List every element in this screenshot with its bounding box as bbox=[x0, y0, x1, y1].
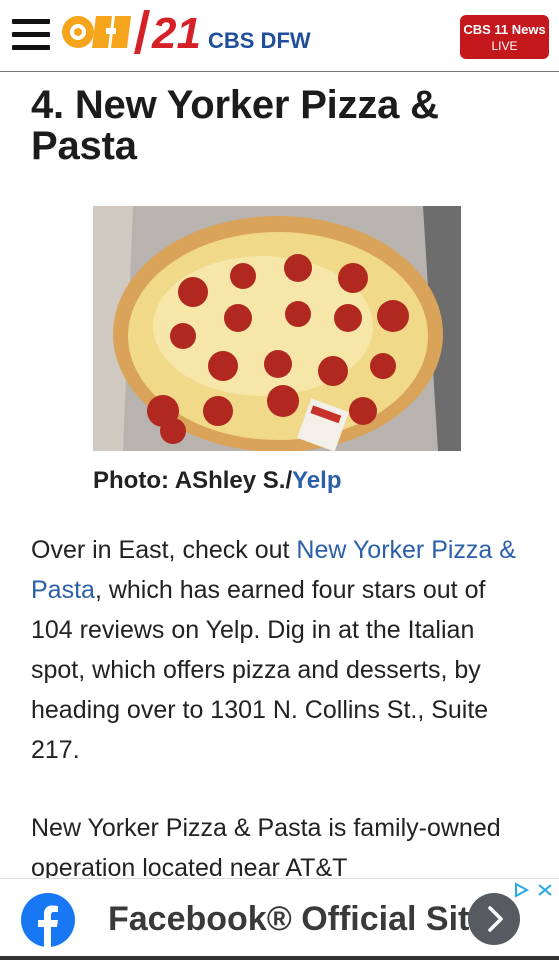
ad-headline[interactable]: Facebook® Official Site bbox=[108, 897, 470, 941]
cbs11-tx21-logo[interactable]: 21 CBS DFW bbox=[60, 6, 330, 58]
caption-credit: Photo: AShley S./ bbox=[93, 467, 293, 494]
logo-text: CBS DFW bbox=[208, 28, 311, 53]
chevron-right-icon bbox=[488, 906, 503, 932]
live-button-sub: LIVE bbox=[491, 39, 518, 53]
article-paragraph-2: New Yorker Pizza & Pasta is family-owned… bbox=[31, 814, 501, 878]
paragraph-text-end: , which has earned four stars out of 104… bbox=[31, 576, 489, 764]
site-header: 21 CBS DFW CBS 11 News LIVE bbox=[0, 0, 559, 72]
article-title: 4. New Yorker Pizza & Pasta bbox=[31, 83, 439, 168]
ad-bottom-bar bbox=[0, 956, 559, 960]
yelp-link[interactable]: Yelp bbox=[292, 467, 341, 494]
facebook-icon bbox=[21, 893, 75, 947]
pizza-photo bbox=[93, 206, 461, 451]
svg-text:21: 21 bbox=[151, 9, 201, 58]
article-paragraph: Over in East, check out New Yorker Pizza… bbox=[31, 530, 531, 770]
paragraph-text-start: Over in East, check out bbox=[31, 536, 297, 564]
live-button-label: CBS 11 News bbox=[463, 22, 546, 37]
cbs11-live-button[interactable]: CBS 11 News LIVE bbox=[460, 15, 549, 59]
photo-caption: Photo: AShley S./Yelp bbox=[93, 465, 341, 497]
ad-banner[interactable]: Facebook® Official Site bbox=[0, 878, 559, 960]
menu-icon[interactable] bbox=[12, 19, 50, 53]
ad-open-button[interactable] bbox=[468, 893, 520, 945]
ad-choices-icon[interactable] bbox=[513, 881, 557, 899]
